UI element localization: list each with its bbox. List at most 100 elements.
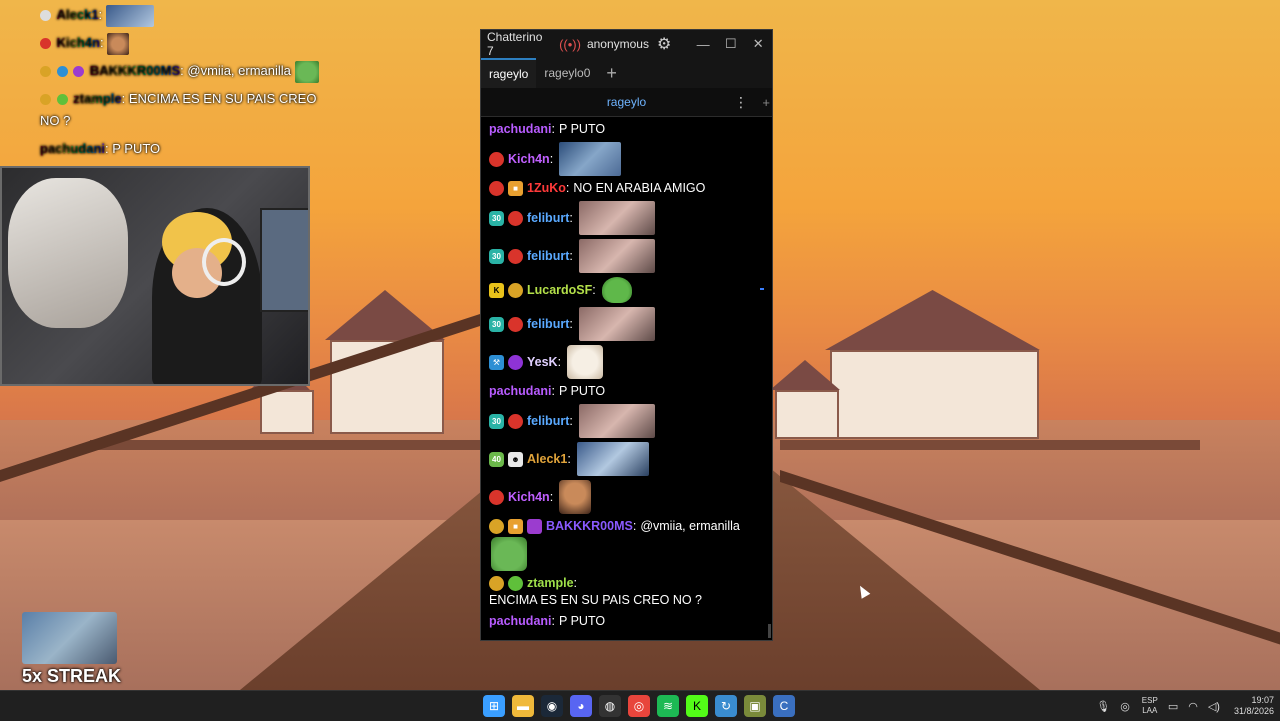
chat-username[interactable]: YesK [527,354,558,371]
chat-username[interactable]: feliburt [527,248,569,265]
display-icon[interactable]: ▭ [1168,700,1178,713]
chat-message[interactable]: ⚒ YesK: [489,345,764,379]
chat-username[interactable]: Kich4n [508,151,550,168]
chat-username[interactable]: pachudani [489,613,552,630]
media-app-icon[interactable]: ▣ [744,695,766,717]
chat-username[interactable]: feliburt [527,413,569,430]
chat-message[interactable]: K LucardoSF: [489,277,764,303]
channel-name[interactable]: rageylo [607,95,646,109]
mod-badge-icon[interactable]: ⚒ [489,354,504,370]
chat-text: P PUTO [559,384,606,398]
gold-badge-icon[interactable] [508,282,523,298]
tab-rageylo0[interactable]: rageylo0 [536,58,598,88]
kick-icon[interactable]: K [686,695,708,717]
volume-icon[interactable]: ◁) [1208,700,1220,713]
chat-username[interactable]: ztample [527,575,574,592]
cheer40-badge-icon[interactable]: 40 [489,451,504,467]
folder-icon[interactable]: ▬ [512,695,534,717]
overlay-message: ztample: ENCIMA ES EN SU PAIS CREO NO ? [40,88,350,132]
steam-icon[interactable]: ◉ [541,695,563,717]
chat-message[interactable]: pachudani: P PUTO [489,121,764,138]
chat-username[interactable]: BAKKKR00MS [546,518,633,535]
pink-badge-icon[interactable] [508,354,523,370]
chat-username[interactable]: 1ZuKo [527,180,566,197]
red-badge-icon[interactable] [508,316,523,332]
pink-emote-icon[interactable] [578,201,655,235]
pink-emote-icon[interactable] [578,404,655,438]
chat-message[interactable]: 30 feliburt: [489,201,764,235]
minimize-button[interactable]: — [689,37,717,52]
network-icon[interactable]: ◎ [1120,700,1130,713]
chat-message[interactable]: ■ 1ZuKo: NO EN ARABIA AMIGO [489,180,764,197]
chat-username[interactable]: feliburt [527,316,569,333]
chat-message[interactable]: ■ BAKKKR00MS: @vmiia, ermanilla [489,518,764,571]
chat-message[interactable]: Kich4n: [489,142,764,176]
add-tab-button[interactable]: + [598,58,625,88]
frog-emote-icon[interactable] [601,277,632,303]
alec-emote-icon[interactable] [576,442,649,476]
chat-message[interactable]: 30 feliburt: [489,239,764,273]
gold-badge-icon[interactable] [489,576,504,591]
box-badge-icon[interactable]: ■ [508,519,523,534]
refresh-app-icon[interactable]: ↻ [715,695,737,717]
input-language[interactable]: ESP LAA [1142,696,1158,716]
chatterino-window[interactable]: Chatterino 7 ((•)) anonymous ⚙ — ☐ ✕ rag… [480,29,773,641]
gold-badge-icon[interactable] [489,519,504,534]
sub30-badge-icon[interactable]: 30 [489,248,504,264]
broadcast-icon[interactable]: ((•)) [559,37,581,52]
chrome-icon[interactable]: ◎ [628,695,650,717]
split-header[interactable]: rageylo ⋮ + [481,88,772,117]
gear-icon[interactable]: ⚙ [657,34,671,54]
ghost-badge-icon[interactable]: ☻ [508,451,523,467]
title-bar[interactable]: Chatterino 7 ((•)) anonymous ⚙ — ☐ ✕ [481,30,772,58]
start-icon[interactable]: ⊞ [483,695,505,717]
red-badge-icon[interactable] [489,181,504,196]
red-badge-icon[interactable] [489,151,504,167]
obs-icon[interactable]: ◍ [599,695,621,717]
face-emote-icon[interactable] [559,480,592,514]
close-button[interactable]: ✕ [744,36,772,52]
maximize-button[interactable]: ☐ [717,36,745,52]
account-name[interactable]: anonymous [587,37,649,51]
chat-message[interactable]: ztample: ENCIMA ES EN SU PAIS CREO NO ? [489,575,764,609]
chat-username[interactable]: feliburt [527,210,569,227]
chat-message[interactable]: 30 feliburt: [489,404,764,438]
split-add-icon[interactable]: + [762,95,770,110]
clock[interactable]: 19:07 31/8/2026 [1234,695,1274,717]
frog2-emote-icon[interactable] [491,537,527,571]
purple-badge-icon[interactable] [527,519,542,534]
k-badge-icon[interactable]: K [489,282,504,298]
chat-message[interactable]: 30 feliburt: [489,307,764,341]
chat-message[interactable]: pachudani: P PUTO [489,613,764,630]
chat-message[interactable]: 40 ☻ Aleck1: [489,442,764,476]
message-list[interactable]: pachudani: P PUTO Kich4n: ■ 1ZuKo: NO EN ARAB… [481,117,772,640]
spotify-icon[interactable]: ≋ [657,695,679,717]
pink-emote-icon[interactable] [578,307,655,341]
blue-emote-icon[interactable] [559,142,622,176]
pink-emote-icon[interactable] [578,239,655,273]
red-badge-icon[interactable] [508,210,523,226]
chatterino-icon[interactable]: C [773,695,795,717]
sub30-badge-icon[interactable]: 30 [489,210,504,226]
chat-username[interactable]: pachudani [489,383,552,400]
cat-emote-icon[interactable] [567,345,604,379]
tab-rageylo[interactable]: rageylo [481,58,537,88]
sub30-badge-icon[interactable]: 30 [489,316,504,332]
alien-badge-icon[interactable] [508,576,523,591]
chat-message[interactable]: pachudani: P PUTO [489,383,764,400]
chat-username[interactable]: Aleck1 [527,451,567,468]
scrollbar[interactable] [768,624,771,638]
chat-username[interactable]: Kich4n [508,489,550,506]
red-badge-icon[interactable] [508,248,523,264]
box-badge-icon[interactable]: ■ [508,181,523,196]
chat-username[interactable]: pachudani [489,121,552,138]
red-badge-icon[interactable] [489,489,504,505]
discord-icon[interactable]: ◕ [570,695,592,717]
wifi-icon[interactable]: ◠ [1188,700,1198,713]
chat-message[interactable]: Kich4n: [489,480,764,514]
sub30-badge-icon[interactable]: 30 [489,413,504,429]
chat-username[interactable]: LucardoSF [527,282,592,299]
microphone-icon[interactable]: 🎙 [1096,700,1110,713]
split-menu-icon[interactable]: ⋮ [734,94,748,111]
red-badge-icon[interactable] [508,413,523,429]
